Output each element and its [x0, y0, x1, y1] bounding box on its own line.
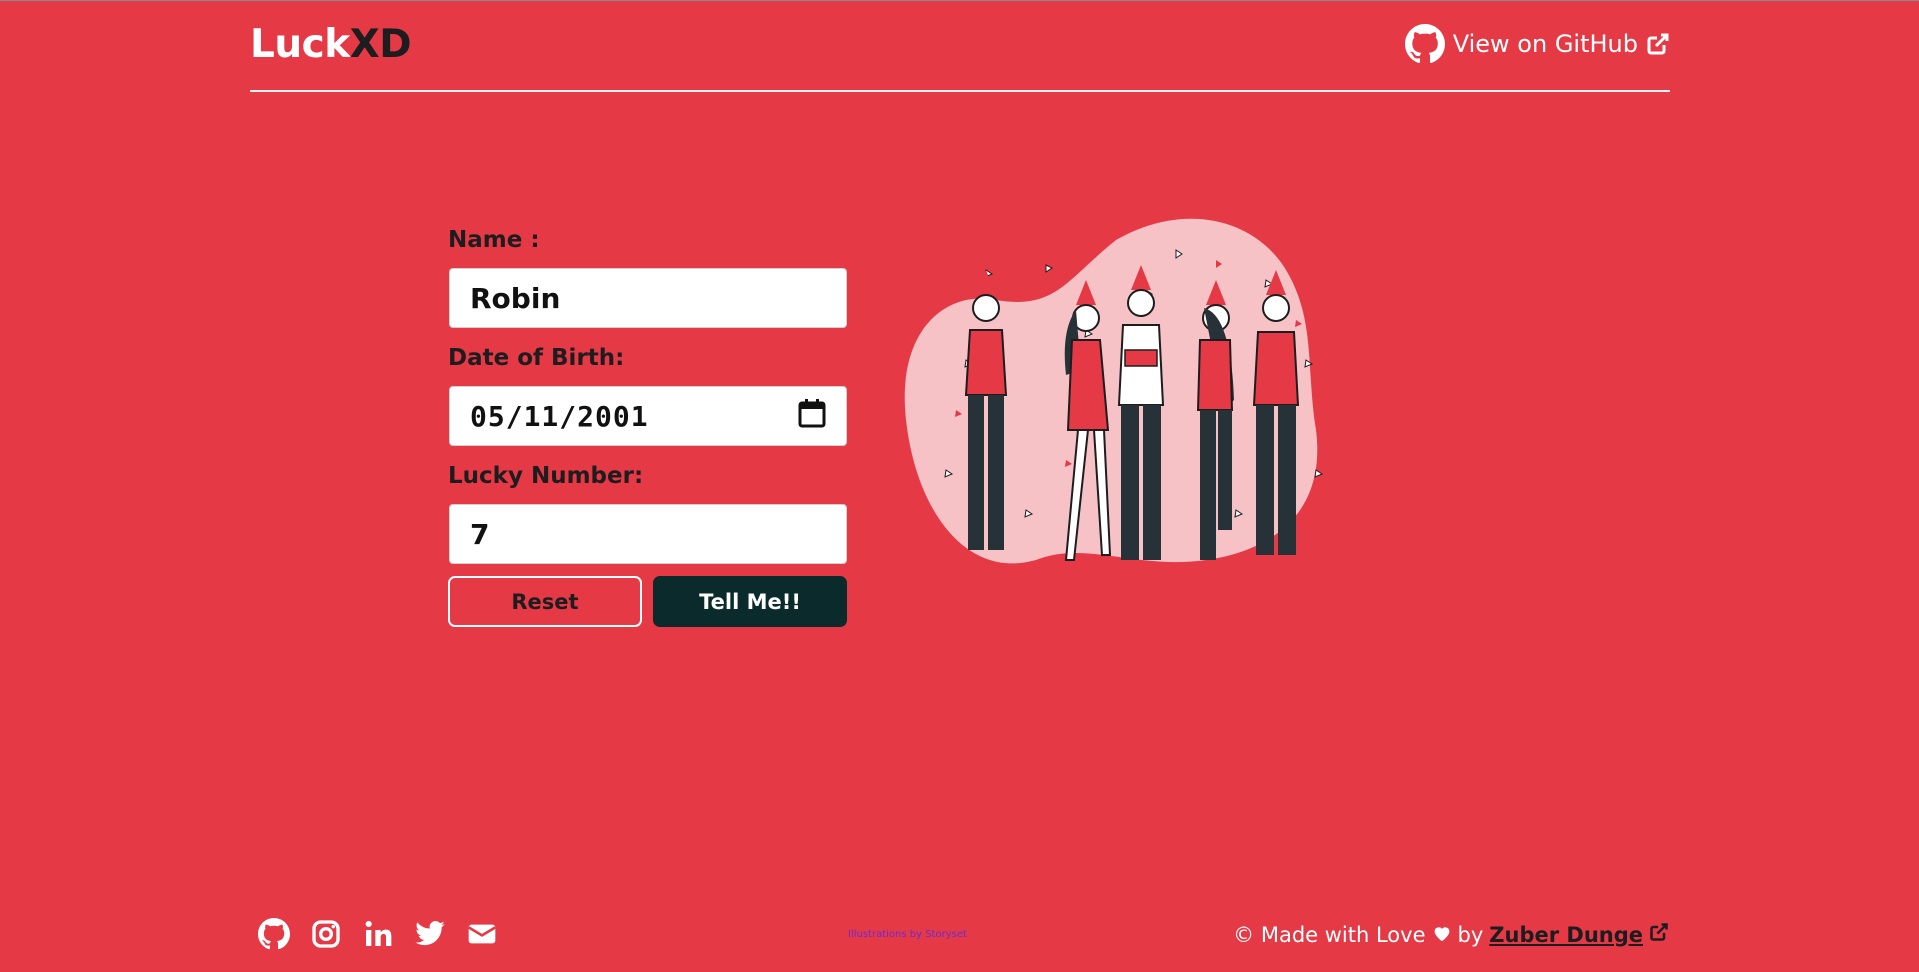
- form-actions: Reset Tell Me!!: [448, 576, 848, 627]
- brand-part-xd: XD: [349, 22, 412, 67]
- github-icon: [1404, 24, 1445, 64]
- linkedin-icon[interactable]: [362, 918, 394, 954]
- github-link-label: View on GitHub: [1452, 30, 1638, 58]
- author-link[interactable]: Zuber Dunge: [1489, 923, 1643, 947]
- external-link-icon: [1649, 922, 1669, 947]
- mail-icon[interactable]: [466, 918, 498, 954]
- header: LuckXD View on GitHub: [250, 0, 1670, 92]
- twitter-icon[interactable]: [414, 918, 446, 954]
- brand-logo[interactable]: LuckXD: [250, 22, 412, 67]
- social-links: [258, 918, 498, 954]
- github-icon[interactable]: [258, 918, 290, 954]
- made-with-text: © Made with Love: [1233, 922, 1426, 947]
- name-value: Robin: [470, 281, 561, 315]
- lucky-number-label: Lucky Number:: [448, 463, 644, 489]
- party-illustration: [886, 210, 1416, 620]
- view-on-github-link[interactable]: View on GitHub: [1404, 24, 1670, 64]
- illustration-credit[interactable]: Illustrations by Storyset: [848, 929, 967, 940]
- tell-me-button[interactable]: Tell Me!!: [653, 576, 847, 627]
- lucky-form: Name : Robin Date of Birth: 05/11/2001 L…: [448, 222, 848, 627]
- name-label: Name :: [448, 227, 540, 253]
- lucky-number-value: 7: [470, 517, 490, 551]
- instagram-icon[interactable]: [310, 918, 342, 954]
- brand-part-luck: Luck: [250, 22, 350, 67]
- external-link-icon: [1646, 32, 1670, 56]
- dob-value: 05/11/2001: [470, 399, 649, 433]
- calendar-icon[interactable]: [798, 398, 826, 435]
- dob-input[interactable]: 05/11/2001: [449, 386, 847, 446]
- heart-icon: [1432, 923, 1452, 947]
- by-text: by: [1457, 922, 1484, 947]
- lucky-number-input[interactable]: 7: [449, 504, 847, 564]
- name-input[interactable]: Robin: [449, 268, 847, 328]
- footer-made-with: © Made with Love by Zuber Dunge: [1233, 922, 1669, 947]
- reset-button[interactable]: Reset: [448, 576, 642, 627]
- dob-label: Date of Birth:: [448, 345, 625, 371]
